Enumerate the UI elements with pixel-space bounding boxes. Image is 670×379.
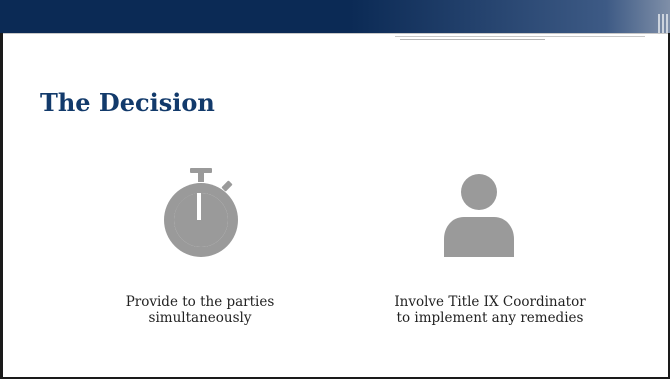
caption-right-line1: Involve Title IX Coordinator — [394, 294, 586, 310]
header-bar-accent — [666, 14, 668, 33]
stopwatch-icon — [164, 168, 238, 257]
header-bar — [0, 0, 670, 33]
header-bar-accent — [662, 14, 664, 33]
header-rule — [400, 39, 545, 40]
caption-left-line2: simultaneously — [148, 310, 252, 326]
slide-left-border — [0, 33, 3, 379]
header-bar-gradient — [350, 0, 670, 33]
caption-left-line1: Provide to the parties — [125, 294, 275, 310]
header-rule — [395, 36, 645, 37]
header-rule — [0, 33, 670, 34]
caption-right-line2: to implement any remedies — [396, 310, 584, 326]
person-icon — [444, 174, 514, 257]
caption-left: Provide to the parties simultaneously — [90, 294, 310, 326]
slide-title: The Decision — [40, 88, 215, 117]
caption-right: Involve Title IX Coordinator to implemen… — [360, 294, 620, 326]
header-rule-lines — [0, 33, 670, 45]
header-bar-accent — [658, 14, 660, 33]
slide: The Decision Provide to the parties simu… — [0, 0, 670, 379]
